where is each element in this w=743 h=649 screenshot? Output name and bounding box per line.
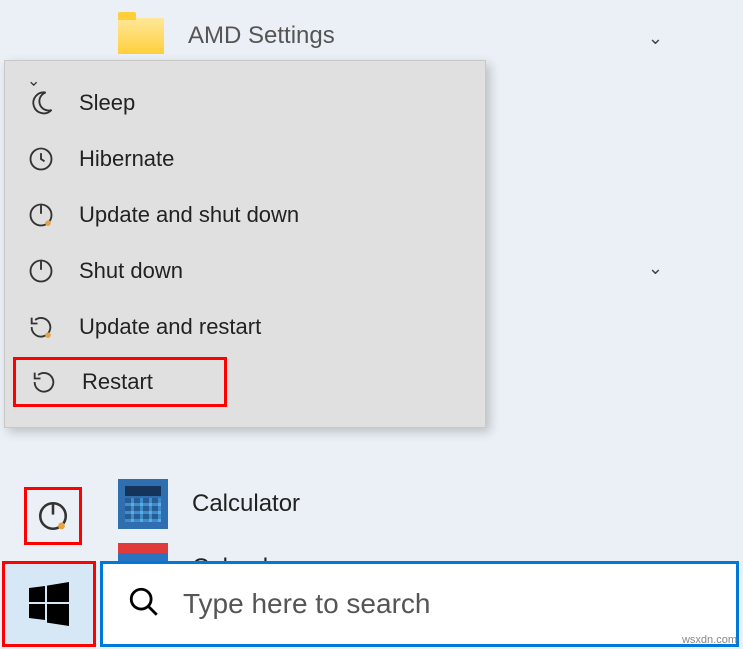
menu-item-label: Shut down [79,258,183,284]
menu-item-update-restart[interactable]: Update and restart [5,299,485,355]
power-icon [27,257,55,285]
power-button[interactable] [24,487,82,545]
expand-handle-icon[interactable]: ⌃ [27,69,40,89]
menu-item-sleep[interactable]: Sleep [5,75,485,131]
taskbar-search[interactable] [100,561,739,647]
menu-item-label: Update and restart [79,314,261,340]
menu-item-restart[interactable]: Restart [13,357,227,407]
folder-icon [118,18,164,54]
chevron-down-icon[interactable]: ⌄ [648,258,663,279]
start-menu-app-row[interactable]: AMD Settings [118,18,683,54]
menu-item-label: Hibernate [79,146,174,172]
menu-item-update-shutdown[interactable]: Update and shut down [5,187,485,243]
power-options-menu: ⌃ Sleep Hibernate Update and shut down S… [4,60,486,428]
app-label: AMD Settings [188,22,335,50]
clock-icon [27,145,55,173]
menu-item-shutdown[interactable]: Shut down [5,243,485,299]
moon-icon [27,89,55,117]
menu-item-label: Sleep [79,90,135,116]
chevron-down-icon[interactable]: ⌄ [648,28,663,49]
app-label: Calculator [192,490,300,518]
watermark: wsxdn.com [682,634,737,646]
windows-logo-icon [25,580,73,628]
start-menu-app-calculator[interactable]: Calculator [118,479,300,529]
search-icon [127,585,161,624]
power-update-icon [27,201,55,229]
restart-icon [30,368,58,396]
menu-item-hibernate[interactable]: Hibernate [5,131,485,187]
start-button[interactable] [2,561,96,647]
calculator-icon [118,479,168,529]
menu-item-label: Restart [82,369,153,395]
restart-update-icon [27,313,55,341]
search-input[interactable] [183,588,712,620]
menu-item-label: Update and shut down [79,202,299,228]
